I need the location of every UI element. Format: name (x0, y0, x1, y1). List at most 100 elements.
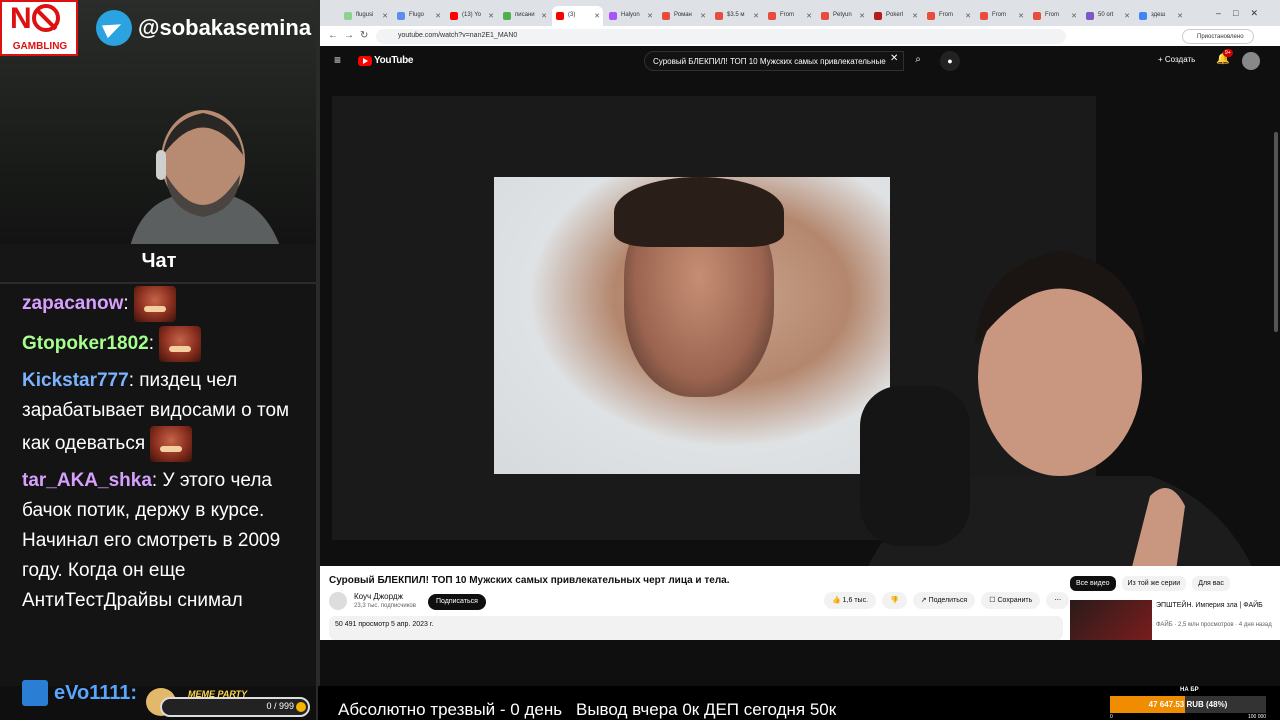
video-actions: 👍 1,6 тыс. 👎 ↗ Поделиться ☐ Сохранить ⋯ (824, 592, 1070, 609)
tab-label: flugusi (356, 12, 374, 18)
browser-tab[interactable]: From ✕ (764, 6, 815, 26)
coin-icon (296, 702, 306, 712)
channel-subscribers: 23,3 тыс. подписчиков (354, 603, 416, 609)
close-tab-icon[interactable]: ✕ (1124, 12, 1130, 20)
browser-tab[interactable]: From ✕ (923, 6, 974, 26)
chat-username[interactable]: Kickstar777 (22, 370, 129, 391)
search-input[interactable]: Суровый БЛЕКПИЛ! ТОП 10 Мужских самых пр… (644, 51, 904, 71)
clear-search-icon[interactable]: ✕ (890, 53, 898, 64)
close-tab-icon[interactable]: ✕ (1071, 12, 1077, 20)
browser-window: flugusi ✕ Flugo ✕ (13) Yo ✕ писани ✕ (3) ✕ Halyon ✕… (320, 0, 1280, 686)
menu-icon[interactable]: ≡ (334, 53, 341, 67)
tab-label: From (992, 12, 1006, 18)
youtube-logo[interactable]: YouTube (356, 55, 414, 66)
webcam-feed: N GAMBLING @sobakasemina (0, 0, 318, 244)
browser-tab[interactable]: From ✕ (976, 6, 1027, 26)
chat-username: eVo1111: (54, 681, 138, 704)
forward-icon[interactable]: → (344, 30, 354, 41)
close-tab-icon[interactable]: ✕ (541, 12, 547, 20)
channel-avatar[interactable] (329, 592, 347, 610)
reload-icon[interactable]: ↻ (360, 30, 368, 41)
browser-tab[interactable]: Pokerl ✕ (870, 6, 921, 26)
save-button[interactable]: ☐ Сохранить (981, 592, 1041, 609)
presenter-figure (850, 251, 1270, 614)
meme-party-count: 0 / 999 (266, 701, 294, 711)
filter-chip[interactable]: Все видео (1070, 576, 1116, 591)
chat-username[interactable]: Gtopoker1802 (22, 333, 149, 354)
browser-tab[interactable]: 50 ort ✕ (1082, 6, 1133, 26)
url-field[interactable]: youtube.com/watch?v=nan2E1_MAN0 (376, 29, 1066, 44)
chat-username[interactable]: zapacanow (22, 293, 123, 314)
balance-progress-bar: 47 647.53 RUB (48%) (1110, 696, 1266, 713)
telegram-badge: @sobakasemina (96, 10, 311, 46)
video-details: Суровый БЛЕКПИЛ! ТОП 10 Мужских самых пр… (320, 566, 1280, 640)
browser-tab[interactable]: Flugo ✕ (393, 6, 444, 26)
window-controls[interactable]: –□✕ (1216, 8, 1270, 19)
more-actions-icon[interactable]: ⋯ (1046, 592, 1070, 609)
telegram-handle: @sobakasemina (138, 15, 312, 40)
chat-username[interactable]: tar_AKA_shka (22, 470, 152, 491)
model-hair (614, 177, 784, 247)
browser-tab[interactable]: Halyon ✕ (605, 6, 656, 26)
browser-tab[interactable]: Petyun ✕ (817, 6, 868, 26)
video-image (494, 177, 890, 474)
share-button[interactable]: ↗ Поделиться (912, 592, 976, 609)
create-button[interactable]: + Создать (1158, 55, 1195, 64)
close-tab-icon[interactable]: ✕ (1177, 12, 1183, 20)
recommendation-chips: Все видео Из той же серии Для вас (1070, 576, 1230, 591)
close-tab-icon[interactable]: ✕ (965, 12, 971, 20)
stream-panel: N GAMBLING @sobakasemina Чат zapacanow: … (0, 0, 318, 686)
address-bar: ← → ↻ youtube.com/watch?v=nan2E1_MAN0 Пр… (320, 26, 1280, 46)
browser-tab[interactable]: Роман ✕ (658, 6, 709, 26)
close-tab-icon[interactable]: ✕ (382, 12, 388, 20)
filter-chip[interactable]: Для вас (1192, 576, 1230, 591)
browser-tab[interactable]: (13) Yo ✕ (446, 6, 497, 26)
close-tab-icon[interactable]: ✕ (859, 12, 865, 20)
notification-badge: 9+ (1223, 49, 1233, 57)
meme-party-label: MEME PARTY (188, 689, 248, 699)
search-icon[interactable]: ⌕ (906, 51, 930, 71)
close-tab-icon[interactable]: ✕ (753, 12, 759, 20)
chat-message: Gtopoker1802: (22, 326, 312, 362)
balance-min: 0 (1110, 714, 1113, 720)
streamer-silhouette (130, 110, 280, 244)
close-tab-icon[interactable]: ✕ (435, 12, 441, 20)
tab-label: $3.5 м (727, 12, 745, 18)
close-tab-icon[interactable]: ✕ (912, 12, 918, 20)
filter-chip[interactable]: Из той же серии (1121, 576, 1187, 591)
balance-text: 47 647.53 RUB (48%) (1148, 700, 1228, 709)
close-tab-icon[interactable]: ✕ (1018, 12, 1024, 20)
back-icon[interactable]: ← (328, 30, 338, 41)
stream-overlay-bar: Абсолютно трезвый - 0 день Вывод вчера 0… (318, 686, 1280, 720)
browser-tab[interactable]: писани ✕ (499, 6, 550, 26)
profile-button[interactable]: Приостановлено (1182, 29, 1254, 44)
browser-tab[interactable]: здеш ✕ (1135, 6, 1186, 26)
scrollbar[interactable] (1272, 122, 1280, 612)
bell-icon[interactable]: 🔔 9+ (1216, 49, 1233, 65)
close-tab-icon[interactable]: ✕ (488, 12, 494, 20)
browser-tab[interactable]: flugusi ✕ (340, 6, 391, 26)
telegram-icon (96, 10, 132, 46)
tab-label: здеш (1151, 12, 1166, 18)
channel-name[interactable]: Коуч Джордж (354, 592, 403, 601)
avatar[interactable] (1242, 52, 1260, 70)
recommended-video-thumbnail[interactable] (1070, 600, 1152, 640)
mic-icon[interactable]: ● (940, 51, 960, 71)
recommended-video-title[interactable]: ЭПШТЕЙН. Империя зла | ФАЙБ (1156, 601, 1266, 610)
browser-tab[interactable]: (3) ✕ (552, 6, 603, 26)
like-button[interactable]: 👍 1,6 тыс. (824, 592, 877, 609)
close-tab-icon[interactable]: ✕ (700, 12, 706, 20)
balance-max: 100 000 (1248, 714, 1267, 720)
tab-label: From (780, 12, 794, 18)
close-tab-icon[interactable]: ✕ (647, 12, 653, 20)
browser-tab[interactable]: $3.5 м ✕ (711, 6, 762, 26)
subscribe-button[interactable]: Подписаться (428, 594, 486, 610)
description-box[interactable]: 50 491 просмотр 5 апр. 2023 г. (329, 616, 1063, 640)
close-tab-icon[interactable]: ✕ (806, 12, 812, 20)
dislike-button[interactable]: 👎 (882, 592, 907, 609)
browser-tab[interactable]: From ✕ (1029, 6, 1080, 26)
tab-label: Pokerl (886, 12, 904, 18)
tab-label: (3) (568, 12, 576, 18)
tab-label: Flugo (409, 12, 425, 18)
close-tab-icon[interactable]: ✕ (594, 12, 600, 20)
